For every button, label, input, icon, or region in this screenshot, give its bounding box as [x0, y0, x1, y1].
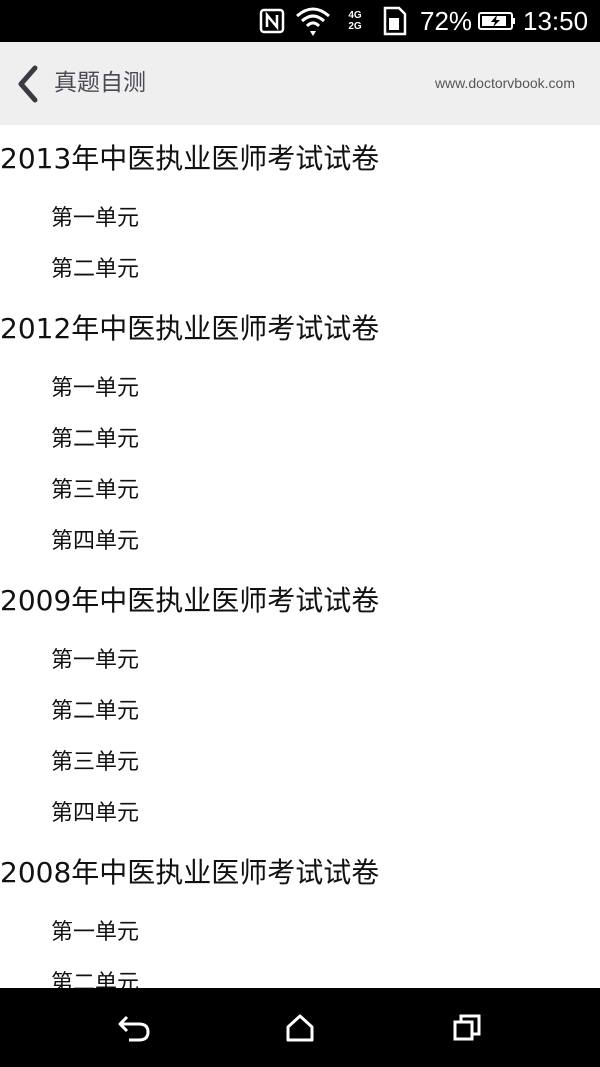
unit-item[interactable]: 第一单元: [0, 193, 600, 244]
unit-item[interactable]: 第一单元: [0, 635, 600, 686]
exam-section: 2009年中医执业医师考试试卷 第一单元 第二单元 第三单元 第四单元: [0, 567, 600, 839]
unit-item[interactable]: 第四单元: [0, 788, 600, 839]
nfc-icon: [257, 0, 287, 42]
signal-icon: 4G 2G: [338, 0, 372, 42]
nav-home-button[interactable]: [260, 988, 340, 1067]
clock: 13:50: [523, 6, 589, 36]
unit-item[interactable]: 第三单元: [0, 737, 600, 788]
navigation-bar: [0, 988, 600, 1067]
nav-back-button[interactable]: [94, 988, 174, 1067]
status-bar: 4G 2G 72% 13:50: [0, 0, 600, 42]
screen: 4G 2G 72% 13:50 真题自测 www.doctorvbook.com…: [0, 0, 600, 1067]
wifi-icon: [294, 0, 332, 42]
unit-item[interactable]: 第二单元: [0, 414, 600, 465]
exam-title: 2008年中医执业医师考试试卷: [0, 856, 380, 889]
battery-charging-icon: [477, 0, 517, 42]
exam-list: 2013年中医执业医师考试试卷 第一单元 第二单元 2012年中医执业医师考试试…: [0, 125, 600, 988]
exam-section: 2013年中医执业医师考试试卷 第一单元 第二单元: [0, 125, 600, 295]
unit-item[interactable]: 第一单元: [0, 363, 600, 414]
back-icon: [118, 1015, 150, 1041]
unit-item[interactable]: 第二单元: [0, 958, 600, 988]
page-title: 真题自测: [54, 70, 146, 96]
site-url: www.doctorvbook.com: [434, 75, 575, 91]
back-button[interactable]: [8, 60, 48, 108]
unit-item[interactable]: 第一单元: [0, 907, 600, 958]
app-header: 真题自测 www.doctorvbook.com: [0, 42, 600, 125]
battery-percent: 72%: [420, 6, 473, 36]
nav-recent-button[interactable]: [427, 988, 507, 1067]
exam-title: 2013年中医执业医师考试试卷: [0, 142, 380, 175]
exam-section: 2012年中医执业医师考试试卷 第一单元 第二单元 第三单元 第四单元: [0, 295, 600, 567]
unit-item[interactable]: 第三单元: [0, 465, 600, 516]
sim-icon: [380, 0, 410, 42]
exam-title: 2009年中医执业医师考试试卷: [0, 584, 380, 617]
exam-section: 2008年中医执业医师考试试卷 第一单元 第二单元: [0, 839, 600, 988]
unit-item[interactable]: 第二单元: [0, 244, 600, 295]
network-bottom-label: 2G: [348, 21, 362, 32]
recent-apps-icon: [453, 1014, 481, 1040]
network-top-label: 4G: [348, 10, 362, 21]
exam-title: 2012年中医执业医师考试试卷: [0, 312, 380, 345]
home-icon: [286, 1014, 314, 1041]
unit-item[interactable]: 第二单元: [0, 686, 600, 737]
chevron-left-icon: [18, 65, 38, 103]
unit-item[interactable]: 第四单元: [0, 516, 600, 567]
